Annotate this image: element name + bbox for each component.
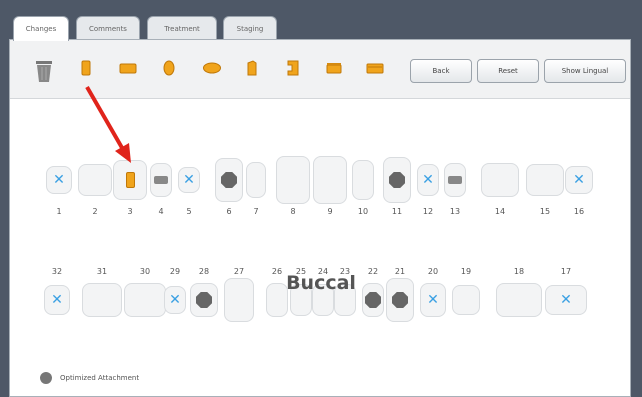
orange-attachment-ellipse-icon[interactable]: [202, 60, 222, 76]
upper-tooth-1[interactable]: ✕: [46, 166, 72, 194]
optimized-attachment-icon: [384, 158, 410, 202]
no-attachment-x-icon: ✕: [53, 172, 65, 188]
tooth-number: 3: [127, 207, 133, 216]
tooth-number: 1: [56, 207, 62, 216]
upper-tooth-5[interactable]: ✕: [178, 167, 200, 193]
upper-tooth-10[interactable]: [352, 160, 374, 200]
tooth-number: 9: [327, 207, 333, 216]
trash-icon[interactable]: [35, 59, 53, 83]
tab-staging[interactable]: Staging: [223, 16, 277, 40]
orange-attachment-wide-icon[interactable]: [119, 60, 137, 76]
orange-attachment-beveled-icon[interactable]: [246, 60, 258, 76]
upper-tooth-7[interactable]: [246, 162, 266, 198]
orange-attachment-ridge-icon[interactable]: [366, 60, 384, 76]
tooth-number: 11: [391, 207, 403, 216]
orange-attachment-tall-icon[interactable]: [80, 60, 92, 76]
no-attachment-x-icon: ✕: [573, 172, 585, 188]
red-arrow-annotation: [85, 86, 131, 163]
legend-label: Optimized Attachment: [60, 374, 140, 382]
orange-attachment-icon: [114, 161, 146, 199]
upper-tooth-12[interactable]: ✕: [417, 164, 439, 196]
tooth-number: 16: [573, 207, 585, 216]
no-attachment-x-icon: ✕: [422, 172, 434, 188]
upper-tooth-11[interactable]: [383, 157, 411, 203]
tab-treatment[interactable]: Treatment: [147, 16, 217, 40]
upper-tooth-9[interactable]: [313, 156, 347, 204]
tooth-number: 10: [357, 207, 369, 216]
reset-button[interactable]: Reset: [477, 59, 539, 83]
tooth-number: 2: [92, 207, 98, 216]
application-window: Changes Comments Treatment Staging Back …: [5, 0, 635, 397]
attachment-marker-icon: [445, 164, 465, 196]
upper-tooth-4[interactable]: [150, 163, 172, 197]
tab-comments[interactable]: Comments: [76, 16, 140, 40]
tooth-number: 5: [186, 207, 192, 216]
tooth-number: 6: [226, 207, 232, 216]
tooth-number: 14: [494, 207, 506, 216]
show-lingual-button[interactable]: Show Lingual: [544, 59, 626, 83]
view-label: Buccal: [286, 272, 356, 294]
tooth-number: 13: [449, 207, 461, 216]
upper-tooth-14[interactable]: [481, 163, 519, 197]
upper-tooth-16[interactable]: ✕: [565, 166, 593, 194]
tooth-number: 15: [539, 207, 551, 216]
tooth-number: 8: [290, 207, 296, 216]
no-attachment-x-icon: ✕: [183, 172, 195, 188]
optimized-attachment-icon: [216, 159, 242, 201]
optimized-attachment-icon: [40, 372, 52, 384]
upper-tooth-2[interactable]: [78, 164, 112, 196]
upper-tooth-6[interactable]: [215, 158, 243, 202]
legend: Optimized Attachment: [40, 372, 139, 384]
orange-attachment-bracket-icon[interactable]: [286, 60, 300, 76]
tab-changes[interactable]: Changes: [13, 16, 69, 41]
orange-attachment-bar-icon[interactable]: [326, 60, 342, 76]
back-button[interactable]: Back: [410, 59, 472, 83]
attachment-marker-icon: [151, 164, 171, 196]
tooth-number: 12: [422, 207, 434, 216]
upper-tooth-13[interactable]: [444, 163, 466, 197]
upper-tooth-8[interactable]: [276, 156, 310, 204]
upper-tooth-15[interactable]: [526, 164, 564, 196]
tooth-number: 7: [253, 207, 259, 216]
tooth-number: 4: [158, 207, 164, 216]
orange-attachment-oval-icon[interactable]: [162, 60, 176, 76]
upper-tooth-3[interactable]: [113, 160, 147, 200]
